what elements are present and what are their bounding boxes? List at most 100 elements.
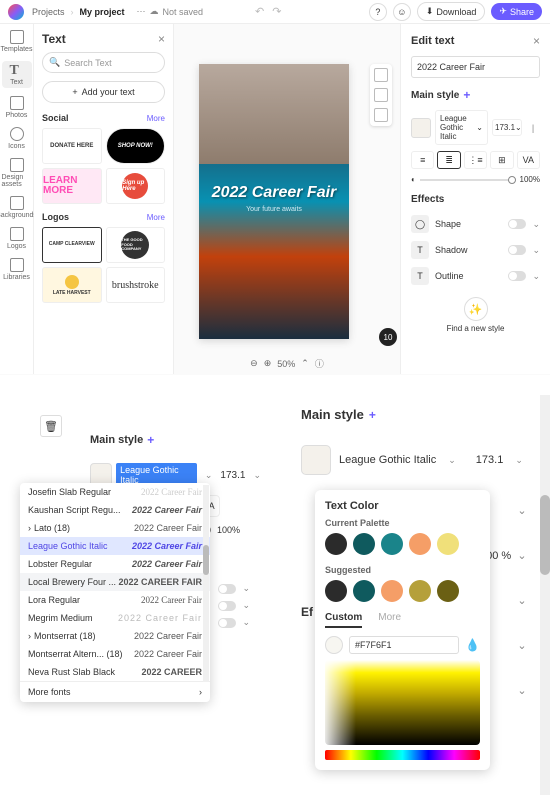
chevron-down-icon[interactable]: ⌄ (532, 271, 540, 282)
font-select[interactable]: League Gothic Italic (339, 454, 436, 466)
effect-toggle[interactable] (218, 601, 236, 611)
opacity-slider[interactable] (420, 179, 516, 181)
chevron-down-icon[interactable]: ⌄ (512, 635, 532, 655)
effect-shape-row[interactable]: ◯ Shape ⌄ (411, 211, 540, 237)
font-option[interactable]: ›Lato (18)2022 Career Fair (20, 519, 210, 537)
chevron-up-icon[interactable]: ⌃ (301, 358, 309, 369)
suggested-swatch[interactable] (353, 580, 375, 602)
shape-toggle[interactable] (508, 219, 526, 229)
zoom-pct[interactable]: 50% (277, 359, 295, 369)
add-style-icon[interactable]: + (147, 433, 154, 447)
undo-button[interactable]: ↶ (255, 5, 264, 18)
chevron-down-icon[interactable]: ⌄ (532, 245, 540, 256)
color-swatch[interactable] (301, 445, 331, 475)
chevron-down-icon[interactable]: ⌄ (512, 545, 532, 565)
chevron-down-icon[interactable]: ⌄ (532, 219, 540, 230)
eyedropper-icon[interactable]: 💧 (465, 638, 480, 652)
add-style-icon[interactable]: + (369, 408, 376, 422)
rail-photos[interactable]: Photos (2, 96, 32, 119)
logos-more-link[interactable]: More (147, 213, 165, 222)
eyedropper-icon[interactable]: | (526, 121, 540, 135)
list-icon[interactable]: ⋮≡ (464, 151, 487, 169)
page-count-badge[interactable]: 10 (379, 328, 397, 346)
suggested-swatch[interactable] (437, 580, 459, 602)
tab-more[interactable]: More (378, 612, 401, 628)
rail-design-assets[interactable]: Design assets (2, 158, 32, 188)
effect-toggle[interactable] (218, 618, 236, 628)
size-select[interactable]: 173.1⌄ (492, 119, 522, 136)
delete-icon[interactable] (374, 108, 388, 122)
font-option[interactable]: Lora Regular2022 Career Fair (20, 591, 210, 609)
info-icon[interactable]: ⓘ (315, 357, 324, 370)
align-center-icon[interactable]: ≣ (437, 151, 460, 169)
suggested-swatch[interactable] (381, 580, 403, 602)
help-icon[interactable]: ? (369, 3, 387, 21)
share-button[interactable]: ✈ Share (491, 3, 542, 20)
font-option-selected[interactable]: League Gothic Italic2022 Career Fair (20, 537, 210, 555)
more-dots-icon[interactable]: ⋯ (137, 6, 146, 17)
design-canvas[interactable]: 2022 Career Fair Your future awaits (199, 64, 349, 339)
font-option[interactable]: Neva Rust Slab Black2022 CAREER (20, 663, 210, 681)
find-style-label[interactable]: Find a new style (447, 324, 505, 333)
size-select[interactable]: 173.1 (476, 454, 504, 466)
tile-donate[interactable]: DONATE HERE (42, 128, 102, 164)
palette-swatch[interactable] (325, 533, 347, 555)
more-fonts-button[interactable]: More fonts› (20, 681, 210, 702)
font-option[interactable]: Local Brewery Four ...2022 CAREER FAIR (20, 573, 210, 591)
add-text-button[interactable]: + Add your text (42, 81, 165, 103)
font-option[interactable]: ›Montserrat (18)2022 Career Fair (20, 627, 210, 645)
saturation-picker[interactable] (325, 660, 480, 745)
close-edit-icon[interactable]: × (533, 34, 540, 48)
chevron-down-icon[interactable]: ⌄ (512, 680, 532, 700)
duplicate-icon[interactable] (374, 88, 388, 102)
outline-toggle[interactable] (508, 271, 526, 281)
spacing-icon[interactable]: ⊞ (490, 151, 513, 169)
chevron-down-icon[interactable]: ⌄ (205, 470, 213, 481)
rail-templates[interactable]: Templates (2, 30, 32, 53)
chevron-down-icon[interactable]: ⌄ (512, 590, 532, 610)
rail-libraries[interactable]: Libraries (2, 258, 32, 281)
effect-shadow-row[interactable]: T Shadow ⌄ (411, 237, 540, 263)
chevron-down-icon[interactable]: ⌄ (448, 455, 456, 466)
breadcrumb-current[interactable]: My project (80, 7, 125, 17)
tab-custom[interactable]: Custom (325, 612, 362, 628)
opacity-value[interactable]: 100% (520, 175, 540, 184)
suggested-swatch[interactable] (325, 580, 347, 602)
chevron-down-icon[interactable]: ⌄ (515, 455, 523, 466)
zoom-in-icon[interactable]: ⊕ (264, 358, 272, 369)
font-option[interactable]: Megrim Medium2022 Career Fair (20, 609, 210, 627)
current-color-swatch[interactable] (325, 636, 343, 654)
font-option[interactable]: Josefin Slab Regular2022 Career Fair (20, 483, 210, 501)
font-select[interactable]: League Gothic Italic⌄ (435, 110, 488, 145)
scrollbar-thumb[interactable] (540, 495, 550, 575)
zoom-out-icon[interactable]: ⊖ (250, 358, 258, 369)
rail-logos[interactable]: Logos (2, 227, 32, 250)
font-option[interactable]: Montserrat Altern... (18)2022 Career Fai… (20, 645, 210, 663)
breadcrumb-root[interactable]: Projects (32, 7, 65, 17)
font-option[interactable]: Kaushan Script Regu...2022 Career Fair (20, 501, 210, 519)
scrollbar-thumb[interactable] (203, 545, 209, 575)
variable-font-icon[interactable]: VA (517, 151, 540, 169)
hex-input[interactable]: #F7F6F1 (349, 636, 459, 654)
opacity-value[interactable]: 100% (217, 525, 240, 535)
close-panel-icon[interactable]: × (158, 32, 165, 46)
social-more-link[interactable]: More (147, 114, 165, 123)
canvas-subtitle-text[interactable]: Your future awaits (209, 206, 339, 213)
tile-brush[interactable]: brushstroke (106, 267, 166, 303)
align-left-icon[interactable]: ≡ (411, 151, 434, 169)
download-button[interactable]: ⬇ Download (417, 2, 486, 21)
layers-icon[interactable] (374, 68, 388, 82)
size-select[interactable]: 173.1 (220, 470, 245, 481)
magic-wand-icon[interactable]: ✨ (464, 297, 488, 321)
tile-shopnow[interactable]: SHOP NOW! (106, 128, 166, 164)
palette-swatch[interactable] (353, 533, 375, 555)
rail-backgrounds[interactable]: Backgrounds (2, 196, 32, 219)
tile-learn[interactable]: LEARN MORE (42, 168, 102, 204)
tile-camp[interactable]: CAMP CLEARVIEW (42, 227, 102, 263)
rail-text[interactable]: TText (2, 61, 32, 88)
tile-signup[interactable]: Sign up Here (106, 168, 166, 204)
search-text-input[interactable]: 🔍 Search Text (42, 52, 165, 73)
text-color-swatch[interactable] (411, 118, 431, 138)
chevron-down-icon[interactable]: ⌄ (253, 470, 261, 481)
effect-outline-row[interactable]: T Outline ⌄ (411, 263, 540, 289)
